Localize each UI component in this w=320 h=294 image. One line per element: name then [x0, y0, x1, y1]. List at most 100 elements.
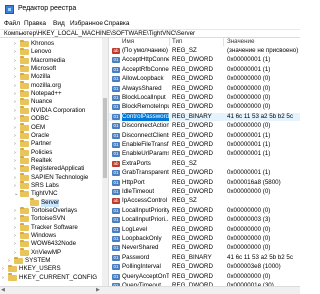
value-row[interactable]: 01 LoopbackOnly REG_DWORD 0x00000000 (0): [109, 235, 300, 243]
value-row[interactable]: 01 PollingInterval REG_DWORD 0x000003e8 (10…: [109, 263, 300, 271]
chevron-right-icon[interactable]: ›: [2, 266, 6, 272]
chevron-right-icon[interactable]: ›: [14, 108, 18, 114]
value-data: 0x00000000 (0): [227, 75, 271, 83]
value-data: 41 6c 11 53 a2 5b b2 5c: [227, 112, 293, 120]
value-row[interactable]: 01 LocalInputPriority REG_DWORD 0x00000000 …: [109, 207, 300, 215]
value-type: REG_DWORD: [172, 122, 213, 130]
chevron-right-icon[interactable]: ›: [14, 175, 18, 181]
chevron-right-icon[interactable]: ›: [14, 99, 18, 105]
value-row[interactable]: 01 Password REG_BINARY 41 6c 11 53 a2 5b b2…: [109, 254, 300, 262]
binary-value-icon: 01: [112, 273, 120, 280]
value-row[interactable]: 01 LogLevel REG_DWORD 0x00000000 (0): [109, 226, 300, 234]
value-row[interactable]: 01 EnableUrlParams REG_DWORD 0x00000001 (1): [109, 150, 300, 158]
column-name-header[interactable]: Имя: [122, 38, 134, 46]
address-bar[interactable]: Компьютер\HKEY_LOCAL_MACHINE\SOFTWARE\Ti…: [0, 29, 300, 38]
menu-favorites[interactable]: Избранное: [70, 20, 103, 27]
chevron-right-icon[interactable]: ›: [14, 208, 18, 214]
binary-value-icon: 01: [112, 170, 120, 177]
chevron-right-icon[interactable]: ›: [14, 91, 18, 97]
binary-value-icon: 01: [112, 104, 120, 111]
folder-icon: [20, 39, 29, 47]
chevron-right-icon[interactable]: ›: [14, 216, 18, 222]
tree-item-label: WOW6432Node: [31, 240, 77, 248]
chevron-right-icon[interactable]: ›: [14, 141, 18, 147]
chevron-right-icon[interactable]: ›: [2, 275, 6, 281]
value-data: 0x00000000 (0): [227, 235, 271, 242]
value-name: HttpPort: [122, 178, 145, 186]
tree-scroll-thumb[interactable]: [103, 98, 107, 178]
value-name: DisconnectClients: [122, 131, 169, 139]
menu-view[interactable]: Вид: [53, 20, 65, 27]
chevron-right-icon[interactable]: ›: [14, 83, 18, 89]
binary-value-icon: 01: [112, 151, 120, 158]
chevron-right-icon[interactable]: ›: [14, 150, 18, 156]
chevron-right-icon[interactable]: ›: [14, 241, 18, 247]
value-row[interactable]: 01 NeverShared REG_DWORD 0x00000000 (0): [109, 244, 300, 252]
scroll-right-icon[interactable]: ▶: [96, 287, 100, 293]
chevron-right-icon[interactable]: ›: [14, 66, 18, 72]
column-type-header[interactable]: Тип: [172, 38, 182, 46]
value-row[interactable]: 01 AcceptRfbConne... REG_DWORD 0x00000001 (…: [109, 66, 300, 74]
chevron-right-icon[interactable]: ›: [14, 183, 18, 189]
tree-scrollbar[interactable]: [102, 38, 108, 286]
chevron-right-icon[interactable]: ›: [14, 158, 18, 164]
chevron-right-icon[interactable]: ›: [14, 166, 18, 172]
chevron-right-icon[interactable]: ›: [14, 58, 18, 64]
chevron-right-icon[interactable]: ›: [14, 133, 18, 139]
value-row[interactable]: 01 AlwaysShared REG_DWORD 0x00000000 (0): [109, 85, 300, 93]
value-row[interactable]: 01 DisconnectAction REG_DWORD 0x00000000 (0…: [109, 122, 300, 130]
binary-value-icon: 01: [112, 179, 120, 186]
value-row[interactable]: ab ExtraPorts REG_SZ: [109, 160, 300, 168]
chevron-down-icon[interactable]: ⌄: [14, 191, 19, 197]
value-type: REG_DWORD: [172, 178, 213, 186]
binary-value-icon: 01: [112, 95, 120, 101]
chevron-right-icon[interactable]: ›: [14, 125, 18, 131]
value-type: REG_DWORD: [172, 235, 213, 242]
binary-value-icon: 01: [112, 142, 120, 148]
scroll-left-icon[interactable]: ◀: [1, 287, 5, 293]
value-row[interactable]: 01 DisconnectClients REG_DWORD 0x00000001 (…: [109, 132, 300, 140]
value-row[interactable]: 01 BlockLocalInput REG_DWORD 0x00000000 (0): [109, 94, 300, 102]
folder-icon: [20, 106, 29, 114]
value-row[interactable]: ab IpAccessControl REG_SZ: [109, 197, 300, 205]
binary-value-icon: 01: [112, 254, 120, 261]
value-row[interactable]: 01 ControlPassword REG_BINARY 41 6c 11 53 a…: [109, 111, 300, 122]
value-row[interactable]: 01 GrabTransparent... REG_DWORD 0x00000001 …: [109, 169, 300, 177]
chevron-right-icon[interactable]: ›: [14, 116, 18, 122]
binary-value-icon: 01: [112, 57, 120, 64]
folder-icon: [20, 173, 29, 181]
values-list: Имя Тип Значение ab (По умолчанию) REG_SZ(…: [109, 38, 300, 286]
value-row[interactable]: 01 AllowLoopback REG_DWORD 0x00000000 (0): [109, 75, 300, 83]
value-row[interactable]: 01 IdleTimeout REG_DWORD 0x00000000 (0): [109, 188, 300, 196]
tree-item-label: SYSTEM: [25, 257, 51, 265]
value-row[interactable]: ab (По умолчанию) REG_SZ (значение не присв…: [109, 47, 300, 55]
binary-value-icon: 01: [112, 189, 120, 195]
value-row[interactable]: 01 HttpPort REG_DWORD 0x000016a8 (5800): [109, 179, 300, 187]
value-row[interactable]: 01 LocalInputPriori... REG_DWORD 0x00000003…: [109, 216, 300, 224]
chevron-right-icon[interactable]: ›: [14, 250, 18, 256]
chevron-right-icon[interactable]: ›: [14, 233, 18, 239]
value-row[interactable]: 01 EnableFileTransf... REG_DWORD 0x00000001…: [109, 141, 300, 149]
chevron-right-icon[interactable]: ›: [14, 41, 18, 47]
chevron-right-icon[interactable]: ›: [14, 49, 18, 55]
menu-help[interactable]: Справка: [104, 20, 130, 27]
binary-value-icon: 01: [112, 113, 120, 120]
column-divider[interactable]: [169, 38, 170, 46]
value-row[interactable]: 01 BlockRemoteInput REG_DWORD 0x00000000 (0…: [109, 103, 300, 111]
chevron-right-icon[interactable]: ›: [14, 74, 18, 80]
menu-file[interactable]: Файл: [4, 20, 20, 27]
value-type: REG_DWORD: [172, 188, 213, 195]
tree-item-label: SRS Labs: [31, 181, 59, 189]
address-path[interactable]: Компьютер\HKEY_LOCAL_MACHINE\SOFTWARE\Ti…: [4, 30, 195, 37]
chevron-right-icon[interactable]: ›: [14, 225, 18, 231]
folder-icon: [20, 72, 29, 81]
menu-edit[interactable]: Правка: [24, 20, 46, 27]
binary-value-icon: 01: [112, 132, 120, 139]
column-divider[interactable]: [223, 38, 224, 46]
tree-item-label: OEM: [31, 123, 46, 131]
chevron-right-icon[interactable]: ›: [8, 258, 12, 264]
value-row[interactable]: 01AcceptHttpConne...REG_DWORD 0x00000001 …: [109, 56, 300, 64]
tree-item-label: XnViewMP: [31, 248, 62, 256]
value-row[interactable]: 01QueryAcceptOnT...REG_DWORD 0x00000000 (…: [109, 273, 300, 281]
column-data-header[interactable]: Значение: [227, 38, 254, 46]
